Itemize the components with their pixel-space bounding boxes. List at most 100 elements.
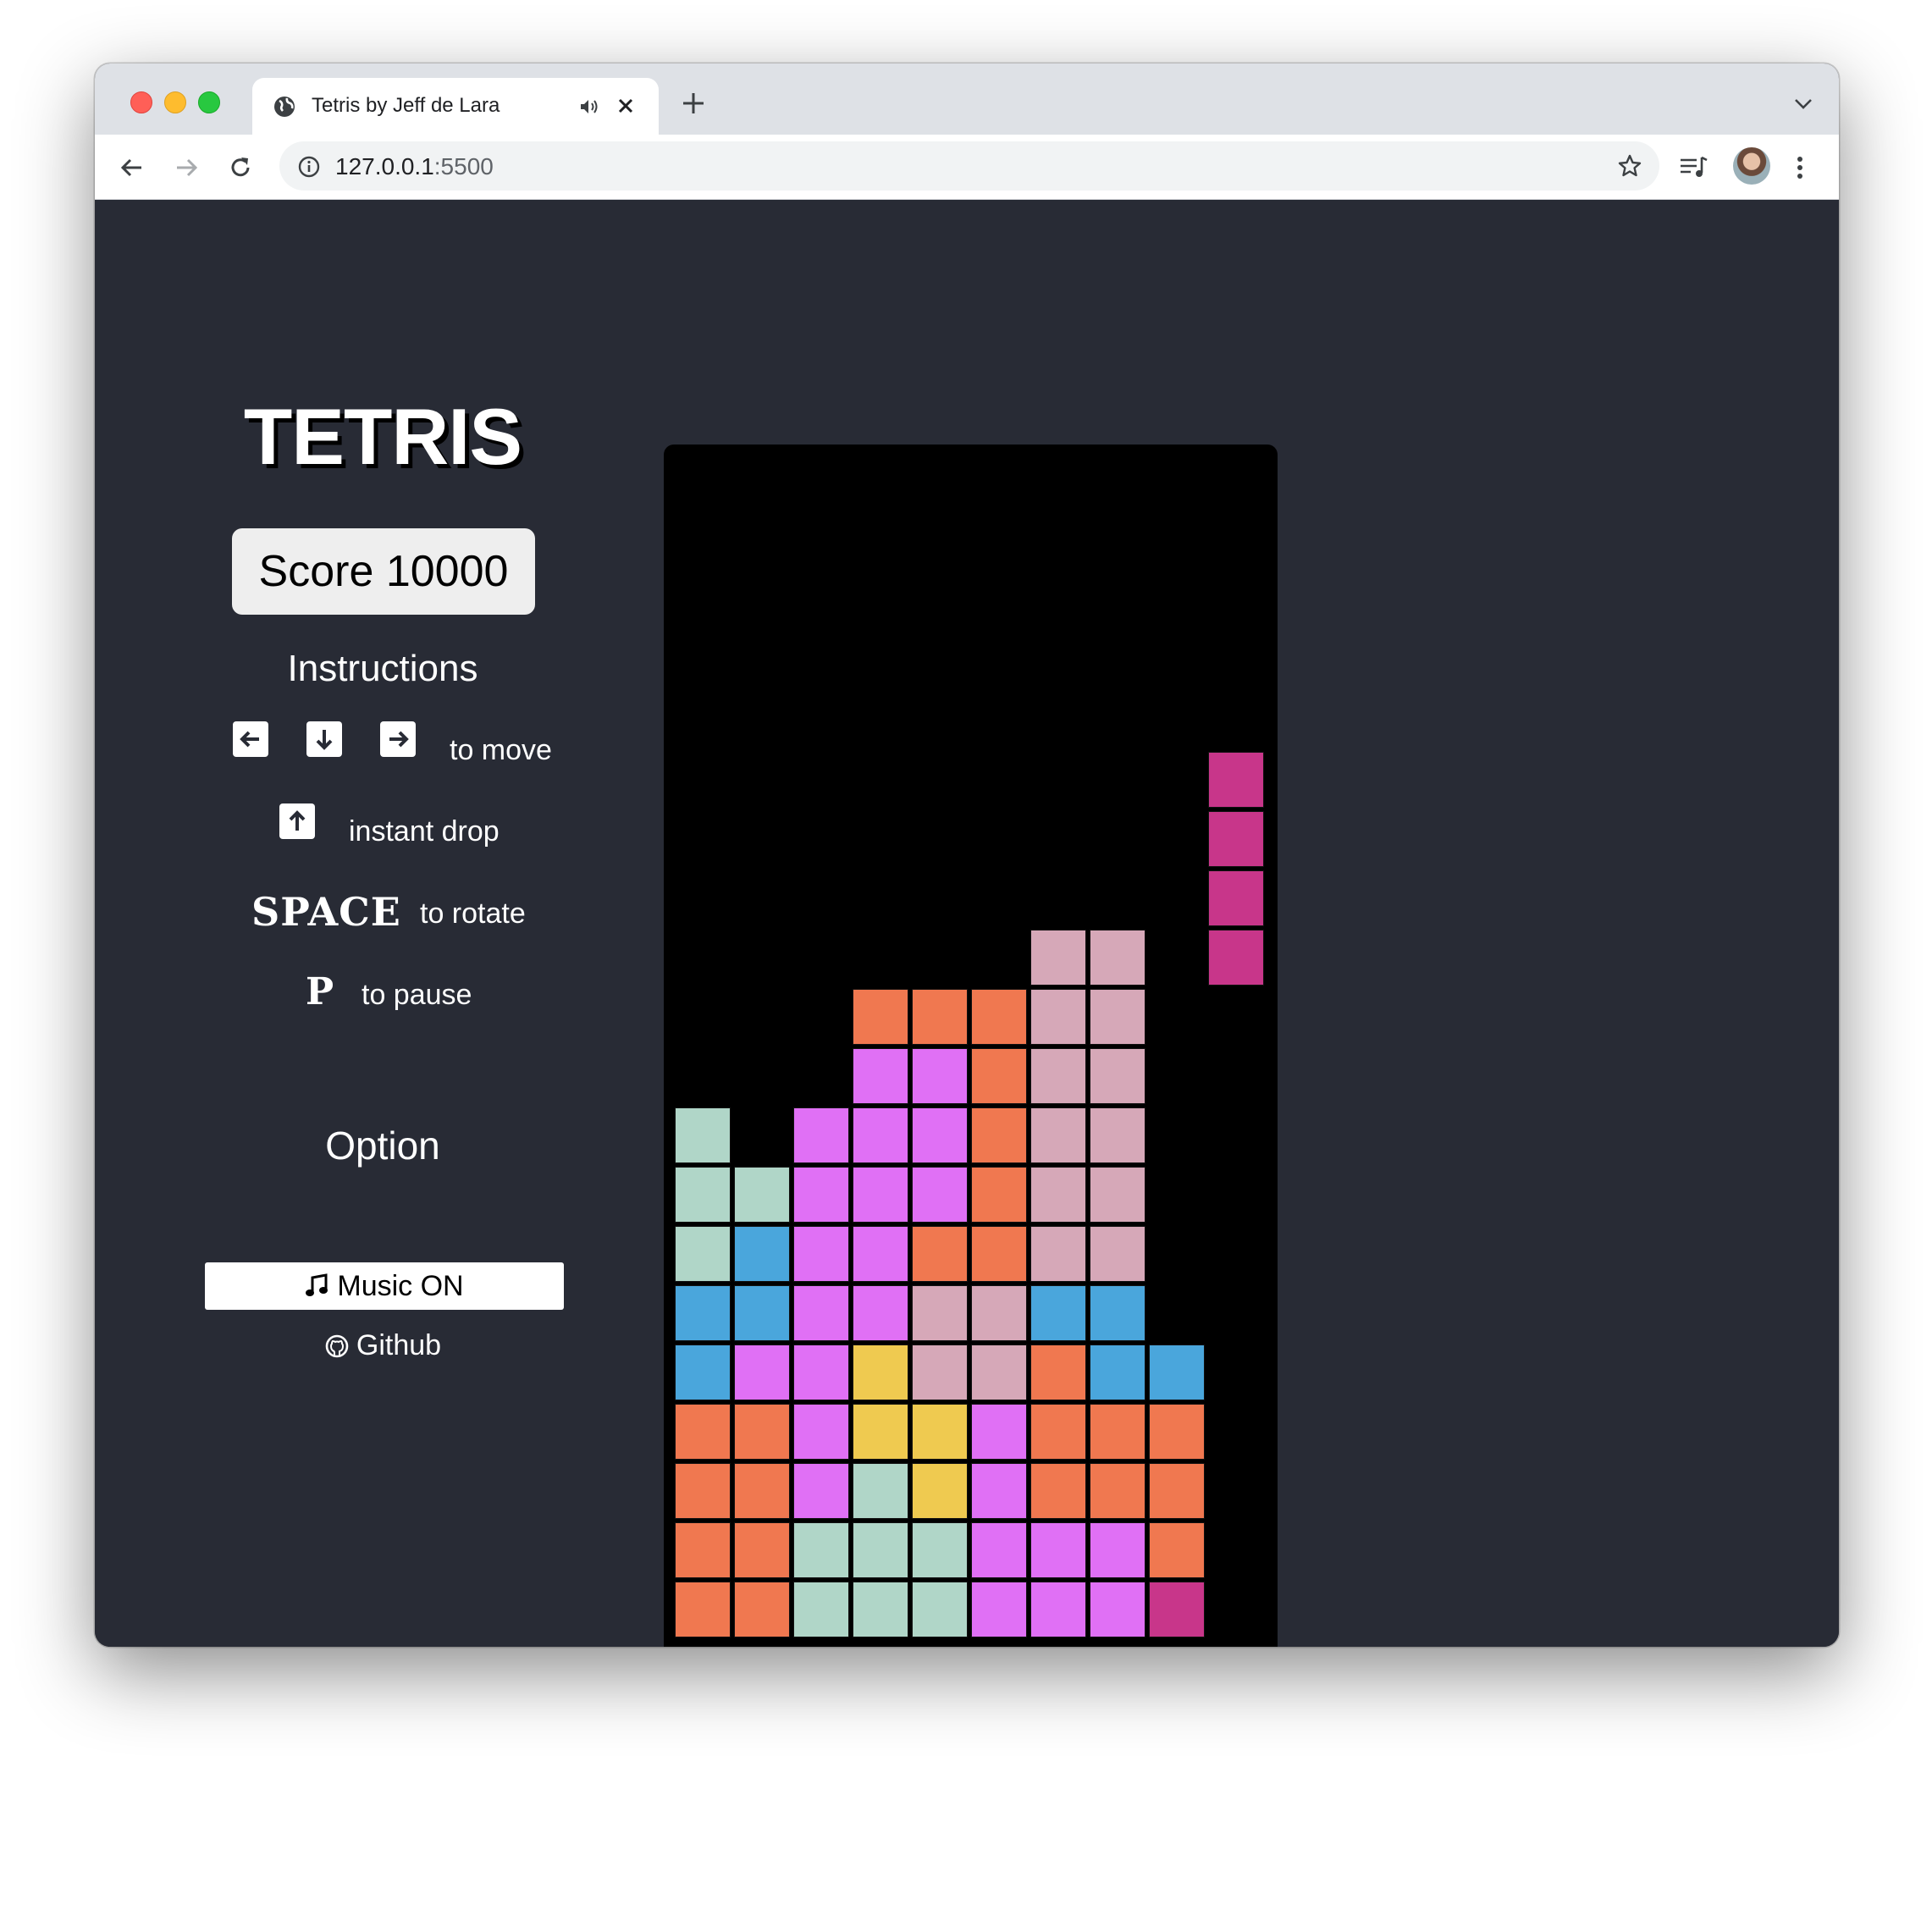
maximize-window-button[interactable] <box>198 91 220 113</box>
board-cell <box>793 1226 849 1282</box>
board-cell <box>1030 1345 1086 1400</box>
new-tab-icon[interactable] <box>681 91 706 116</box>
board-cell <box>971 989 1027 1045</box>
arrow-down-key-icon <box>306 721 342 757</box>
score-display: Score 10000 <box>232 528 535 615</box>
drop-instruction: instant drop <box>349 815 500 848</box>
board-cell <box>734 1463 790 1519</box>
board-cell <box>853 989 908 1045</box>
board-cell <box>853 1167 908 1223</box>
board-cell <box>1090 1404 1145 1460</box>
space-key-label: SPACE <box>251 889 401 935</box>
board-cell <box>1149 1582 1205 1637</box>
game-board[interactable] <box>664 444 1278 1647</box>
url-text: 127.0.0.1:5500 <box>335 153 494 179</box>
board-cell <box>1090 930 1145 986</box>
chevron-down-icon[interactable] <box>1793 96 1813 111</box>
close-tab-icon[interactable] <box>615 95 637 117</box>
board-cell <box>1208 752 1264 808</box>
reload-icon[interactable] <box>227 154 254 181</box>
board-cell <box>853 1107 908 1163</box>
board-cell <box>853 1582 908 1637</box>
board-cell <box>734 1167 790 1223</box>
board-cell <box>912 1404 968 1460</box>
option-heading: Option <box>325 1124 440 1168</box>
browser-tab[interactable]: Tetris by Jeff de Lara <box>252 78 659 135</box>
board-cell <box>853 1522 908 1578</box>
more-menu-icon[interactable] <box>1792 154 1808 181</box>
board-cell <box>675 1285 731 1341</box>
board-cell <box>1208 811 1264 867</box>
music-toggle-button[interactable]: Music ON <box>205 1262 564 1310</box>
board-cell <box>912 1285 968 1341</box>
address-bar[interactable]: 127.0.0.1:5500 <box>279 141 1659 190</box>
board-cell <box>971 1582 1027 1637</box>
board-cell <box>1030 1582 1086 1637</box>
board-cell <box>793 1345 849 1400</box>
move-instruction: to move <box>450 734 552 766</box>
board-cell <box>734 1285 790 1341</box>
board-cell <box>675 1107 731 1163</box>
board-cell <box>1090 1285 1145 1341</box>
tab-strip: Tetris by Jeff de Lara <box>95 64 1839 135</box>
arrow-right-key-icon <box>380 721 416 757</box>
board-cell <box>793 1167 849 1223</box>
board-cell <box>971 1463 1027 1519</box>
board-cell <box>675 1226 731 1282</box>
music-toggle-label: Music ON <box>337 1269 464 1302</box>
board-cell <box>1090 1107 1145 1163</box>
page-content: TETRIS Score 10000 Instructions to move … <box>95 200 1839 1647</box>
arrow-left-key-icon <box>233 721 268 757</box>
board-cell <box>971 1048 1027 1104</box>
github-link[interactable]: Github <box>95 1329 671 1362</box>
board-cell <box>1090 1167 1145 1223</box>
board-cell <box>912 1107 968 1163</box>
board-cell <box>1090 1582 1145 1637</box>
board-cell <box>734 1226 790 1282</box>
media-control-icon[interactable] <box>1678 154 1708 181</box>
forward-icon[interactable] <box>173 154 200 181</box>
close-window-button[interactable] <box>130 91 152 113</box>
board-cell <box>734 1345 790 1400</box>
board-cell <box>1090 989 1145 1045</box>
speaker-icon[interactable] <box>579 97 599 116</box>
board-cell <box>793 1404 849 1460</box>
arrow-up-key-icon <box>279 803 315 839</box>
github-label: Github <box>356 1329 442 1361</box>
board-cell <box>1149 1522 1205 1578</box>
browser-toolbar: 127.0.0.1:5500 <box>95 135 1839 200</box>
globe-icon <box>274 97 295 117</box>
tab-title: Tetris by Jeff de Lara <box>312 94 500 117</box>
profile-avatar[interactable] <box>1733 147 1770 185</box>
board-cell <box>912 1582 968 1637</box>
board-cell <box>675 1582 731 1637</box>
music-note-icon <box>306 1273 328 1296</box>
board-cell <box>793 1285 849 1341</box>
board-cell <box>971 1107 1027 1163</box>
board-cell <box>1030 930 1086 986</box>
board-cell <box>734 1582 790 1637</box>
back-icon[interactable] <box>119 154 146 181</box>
board-cell <box>675 1404 731 1460</box>
pause-instruction: to pause <box>362 979 472 1011</box>
board-cell <box>734 1522 790 1578</box>
info-icon[interactable] <box>298 156 320 178</box>
board-cell <box>971 1167 1027 1223</box>
board-cell <box>912 1226 968 1282</box>
board-cell <box>793 1522 849 1578</box>
board-cell <box>1149 1463 1205 1519</box>
board-cell <box>1149 1404 1205 1460</box>
board-cell <box>675 1167 731 1223</box>
board-cell <box>734 1404 790 1460</box>
board-cell <box>971 1285 1027 1341</box>
board-cell <box>1208 870 1264 926</box>
board-cell <box>1030 1285 1086 1341</box>
board-cell <box>853 1226 908 1282</box>
github-icon <box>325 1334 349 1357</box>
rotate-instruction: to rotate <box>420 897 526 930</box>
board-cell <box>793 1107 849 1163</box>
board-cell <box>912 989 968 1045</box>
browser-window: Tetris by Jeff de Lara 127.0.0.1:5500 TE… <box>95 64 1839 1647</box>
bookmark-star-icon[interactable] <box>1617 153 1642 179</box>
minimize-window-button[interactable] <box>164 91 186 113</box>
